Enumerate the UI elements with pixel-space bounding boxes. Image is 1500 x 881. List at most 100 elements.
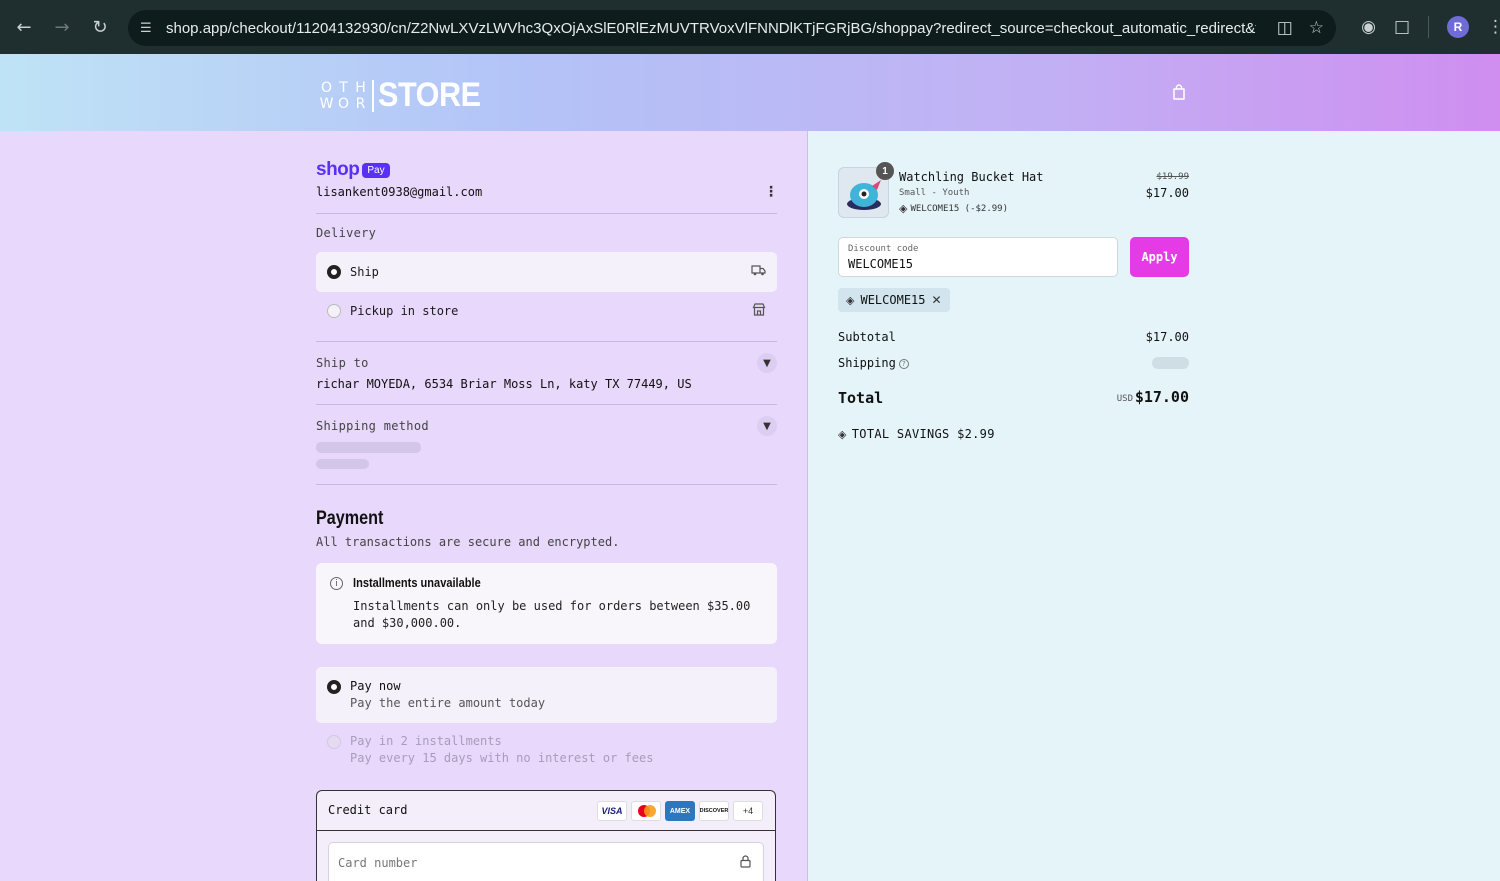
product-price: $17.00: [1145, 186, 1189, 200]
tag-icon: ◈: [899, 202, 908, 215]
original-price: $19.99: [1156, 172, 1189, 182]
logo-letter: H: [355, 79, 366, 96]
shipping-method-label: Shipping method: [316, 419, 429, 433]
applied-code-text: WELCOME15: [860, 293, 926, 307]
installments-notice: i Installments unavailable Installments …: [316, 563, 777, 644]
product-name: Watchling Bucket Hat: [899, 170, 1044, 184]
applied-discount-chip: ◈ WELCOME15 ✕: [838, 288, 950, 312]
logo-letter: O: [337, 95, 350, 112]
radio-disabled: [327, 735, 341, 749]
card-brands: VISA AMEX DISCOVER +4: [597, 801, 763, 821]
discount-code-input[interactable]: [848, 257, 1098, 271]
logo-word: STORE: [378, 76, 481, 114]
radio-unselected[interactable]: [327, 304, 341, 318]
radio-selected[interactable]: [327, 265, 341, 279]
option-label: Ship: [350, 265, 379, 279]
logo-letter: R: [355, 95, 366, 112]
option-label: Pickup in store: [350, 304, 459, 318]
payment-subtitle: All transactions are secure and encrypte…: [316, 535, 620, 549]
total-savings: ◈ TOTAL SAVINGS $2.99: [838, 427, 995, 441]
apply-button[interactable]: Apply: [1130, 237, 1189, 277]
visa-icon: VISA: [597, 801, 627, 821]
payment-option-installments: Pay in 2 installments Pay every 15 days …: [316, 722, 777, 778]
logo-letter: W: [319, 95, 334, 112]
shipping-loading-skeleton: [1152, 357, 1189, 369]
amex-icon: AMEX: [665, 801, 695, 821]
chevron-down-icon[interactable]: ▼: [757, 353, 777, 373]
divider: [316, 404, 777, 405]
payment-option-pay-now[interactable]: Pay now Pay the entire amount today: [316, 667, 777, 723]
shipping-label: Shipping: [838, 356, 896, 370]
total-savings-text: TOTAL SAVINGS $2.99: [851, 427, 995, 441]
shopping-bag-icon[interactable]: [1170, 83, 1188, 101]
reload-icon[interactable]: ↻: [81, 8, 119, 46]
product-discount: ◈ WELCOME15 (-$2.99): [899, 202, 1008, 215]
store-header: [0, 54, 1500, 131]
bookmark-star-icon[interactable]: ☆: [1309, 18, 1324, 38]
divider: [316, 484, 777, 485]
info-icon: i: [330, 577, 343, 590]
puzzle-icon[interactable]: □: [1394, 17, 1410, 37]
menu-icon[interactable]: ⋮: [1487, 17, 1500, 37]
translate-icon[interactable]: ◫: [1277, 18, 1293, 38]
subtotal-value: $17.00: [1145, 330, 1189, 344]
shop-wordmark: shop: [316, 159, 360, 180]
mastercard-icon: [631, 801, 661, 821]
tag-icon: ◈: [846, 293, 855, 307]
logo-letter: T: [339, 79, 348, 96]
more-brands-badge: +4: [733, 801, 763, 821]
forward-icon[interactable]: →: [43, 8, 81, 46]
divider: [316, 213, 777, 214]
store-logo[interactable]: O T H W O R STORE: [318, 76, 492, 115]
logo-mark: O T H W O R: [318, 80, 369, 112]
radio-selected[interactable]: [327, 680, 341, 694]
remove-discount-icon[interactable]: ✕: [932, 293, 942, 307]
ship-to-label: Ship to: [316, 356, 369, 370]
lock-icon: [740, 855, 751, 871]
discover-icon: DISCOVER: [699, 801, 729, 821]
total-label: Total: [838, 389, 884, 407]
browser-toolbar: ← → ↻ ☰ shop.app/checkout/11204132930/cn…: [0, 0, 1500, 54]
quantity-badge: 1: [876, 162, 894, 180]
discount-code-field[interactable]: Discount code: [838, 237, 1118, 277]
more-options-icon[interactable]: ⋮: [764, 184, 778, 200]
profile-avatar[interactable]: R: [1447, 16, 1469, 38]
credit-card-label: Credit card: [328, 803, 408, 817]
notice-text: Installments can only be used for orders…: [353, 599, 751, 630]
delivery-label: Delivery: [316, 226, 377, 240]
shop-pay-logo: shop Pay: [316, 159, 390, 181]
shipping-row: Shipping?: [838, 356, 909, 370]
loading-skeleton: [316, 442, 421, 453]
product-variant: Small - Youth: [899, 188, 970, 198]
option-title: Pay in 2 installments: [350, 734, 502, 748]
back-icon[interactable]: ←: [5, 8, 43, 46]
total-value: $17.00: [1134, 388, 1189, 406]
option-subtitle: Pay the entire amount today: [350, 696, 546, 710]
site-info-icon[interactable]: ☰: [128, 21, 162, 36]
chevron-down-icon[interactable]: ▼: [757, 416, 777, 436]
product-discount-text: WELCOME15 (-$2.99): [910, 203, 1009, 214]
logo-divider: [372, 79, 374, 112]
account-email: lisankent0938@gmail.com: [316, 185, 483, 199]
card-number-placeholder: Card number: [338, 856, 418, 870]
delivery-option-pickup[interactable]: Pickup in store: [316, 291, 777, 331]
truck-icon: [751, 264, 766, 280]
notice-title: Installments unavailable: [353, 575, 481, 590]
logo-letter: O: [320, 79, 333, 96]
card-number-field[interactable]: Card number: [328, 842, 764, 881]
credit-card-header[interactable]: Credit card VISA AMEX DISCOVER +4: [317, 791, 775, 831]
option-subtitle: Pay every 15 days with no interest or fe…: [350, 751, 654, 765]
shipping-address: richar MOYEDA, 6534 Briar Moss Ln, katy …: [316, 377, 692, 391]
subtotal-label: Subtotal: [838, 330, 896, 344]
url-text[interactable]: shop.app/checkout/11204132930/cn/Z2NwLXV…: [166, 20, 1256, 37]
credit-card-section[interactable]: Credit card VISA AMEX DISCOVER +4 Card n…: [316, 790, 776, 881]
option-title: Pay now: [350, 679, 401, 693]
loading-skeleton: [316, 459, 369, 469]
store-icon: [752, 302, 766, 320]
address-bar[interactable]: ☰ shop.app/checkout/11204132930/cn/Z2NwL…: [128, 10, 1336, 46]
delivery-option-ship[interactable]: Ship: [316, 252, 777, 292]
extension-icon[interactable]: ◉: [1361, 17, 1376, 37]
toolbar-divider: [1428, 16, 1429, 38]
divider: [316, 341, 777, 342]
help-icon[interactable]: ?: [898, 359, 909, 369]
